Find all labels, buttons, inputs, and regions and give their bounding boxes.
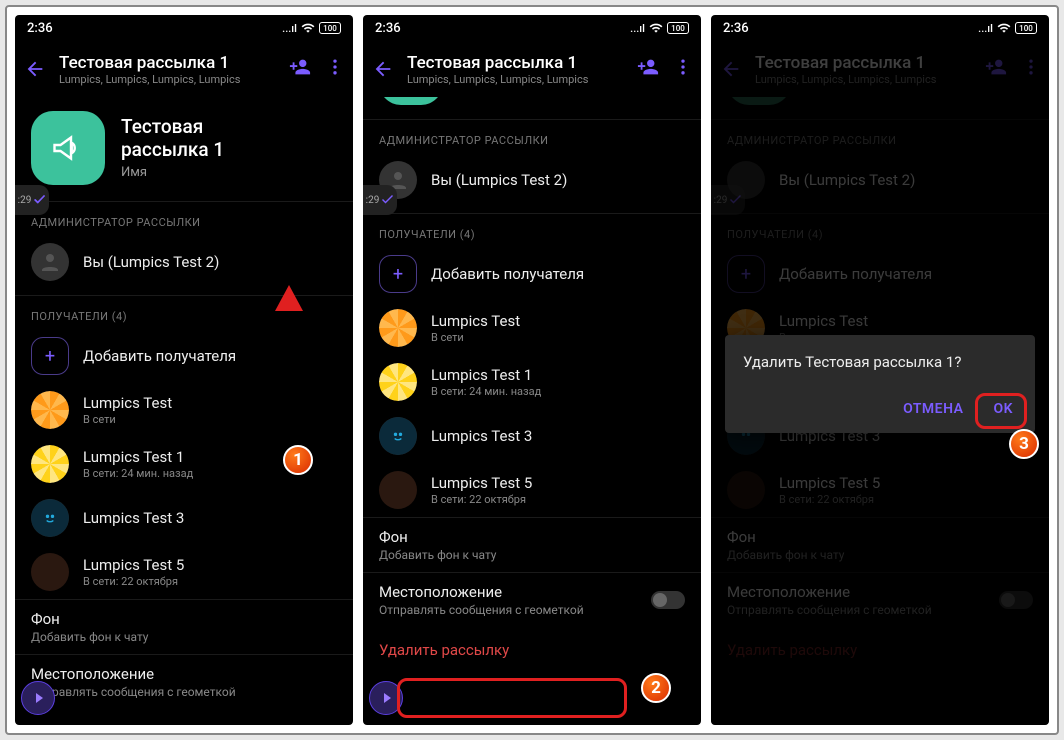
avatar-placeholder-icon <box>31 243 69 281</box>
profile-sublabel: Имя <box>121 165 224 180</box>
add-person-icon[interactable] <box>637 56 659 82</box>
location-toggle[interactable] <box>651 591 685 609</box>
avatar <box>379 363 417 401</box>
avatar <box>31 445 69 483</box>
profile-name-line2: рассылка 1 <box>121 139 224 162</box>
location-setting[interactable]: Местоположение Отправлять сообщения с ге… <box>363 572 701 627</box>
annotation-badge-2: 2 <box>641 673 671 703</box>
background-setting[interactable]: Фон Добавить фон к чату <box>15 599 353 654</box>
message-time-strip: :29 <box>363 185 397 215</box>
screenshot-1: 2:36 ...ıl 100 Тестовая рассылка 1 Lumpi… <box>15 15 353 725</box>
plus-icon: + <box>379 255 417 293</box>
more-menu-icon[interactable] <box>325 57 345 81</box>
avatar <box>379 417 417 455</box>
avatar <box>31 499 69 537</box>
dialog-ok-button[interactable]: OK <box>989 393 1017 425</box>
confirm-delete-dialog: Удалить Тестовая рассылка 1? ОТМЕНА OK <box>725 335 1035 433</box>
avatar <box>379 309 417 347</box>
app-header: Тестовая рассылка 1 Lumpics, Lumpics, Lu… <box>15 41 353 97</box>
add-person-icon[interactable] <box>289 56 311 82</box>
recipient-row[interactable]: Lumpics Test 1 В сети: 24 мин. назад <box>363 355 701 409</box>
back-button[interactable] <box>371 57 395 81</box>
admin-row[interactable]: Вы (Lumpics Test 2) <box>363 153 701 207</box>
admin-section-label: АДМИНИСТРАТОР РАССЫЛКИ <box>363 119 701 153</box>
profile-name-line1: Тестовая <box>121 116 224 139</box>
plus-icon: + <box>31 337 69 375</box>
back-button[interactable] <box>23 57 47 81</box>
admin-name: Вы (Lumpics Test 2) <box>83 253 219 271</box>
dialog-cancel-button[interactable]: ОТМЕНА <box>899 393 967 425</box>
add-recipient-row[interactable]: + Добавить получателя <box>363 247 701 301</box>
recipient-row[interactable]: Lumpics Test 3 <box>15 491 353 545</box>
broadcast-avatar[interactable] <box>379 97 443 105</box>
annotation-badge-1: 1 <box>283 445 313 475</box>
status-icons: ...ıl 100 <box>978 21 1037 35</box>
screenshot-2: 2:36 ...ıl 100 Тестовая рассылка 1 Lumpi… <box>363 15 701 725</box>
header-subtitle: Lumpics, Lumpics, Lumpics, Lumpics <box>59 73 277 86</box>
status-bar: 2:36 ...ıl 100 <box>363 15 701 41</box>
status-time: 2:36 <box>27 21 53 36</box>
admin-row[interactable]: Вы (Lumpics Test 2) <box>15 235 353 289</box>
status-time: 2:36 <box>723 21 749 36</box>
play-fab[interactable] <box>369 681 403 715</box>
battery-icon: 100 <box>667 22 689 34</box>
recipient-row[interactable]: Lumpics Test В сети <box>363 301 701 355</box>
dialog-title: Удалить Тестовая рассылка 1? <box>743 353 1017 371</box>
app-header: Тестовая рассылка 1 Lumpics, Lumpics, Lu… <box>363 41 701 97</box>
message-time-strip: :29 <box>15 185 49 215</box>
recipients-section-label: ПОЛУЧАТЕЛИ (4) <box>363 213 701 247</box>
screenshot-3: 2:36 ...ıl 100 Тестовая рассылка 1 Lumpi… <box>711 15 1049 725</box>
header-title: Тестовая рассылка 1 <box>59 53 277 73</box>
header-subtitle: Lumpics, Lumpics, Lumpics, Lumpics <box>407 73 625 86</box>
add-recipient-label: Добавить получателя <box>83 347 236 365</box>
avatar <box>379 471 417 509</box>
status-icons: ...ıl 100 <box>282 21 341 35</box>
more-menu-icon[interactable] <box>673 57 693 81</box>
status-icons: ...ıl 100 <box>630 21 689 35</box>
status-bar: 2:36 ...ıl 100 <box>15 15 353 41</box>
annotation-badge-3: 3 <box>1009 429 1039 459</box>
location-setting[interactable]: Местоположение Отправлять сообщения с ге… <box>15 654 353 709</box>
avatar <box>31 391 69 429</box>
content-area[interactable]: рассылка 1 Имя АДМИНИСТРАТОР РАССЫЛКИ Вы… <box>363 97 701 725</box>
status-bar: 2:36 ...ıl 100 <box>711 15 1049 41</box>
play-fab[interactable] <box>21 681 55 715</box>
recipient-row[interactable]: Lumpics Test 5 В сети: 22 октября <box>15 545 353 599</box>
admin-section-label: АДМИНИСТРАТОР РАССЫЛКИ <box>15 201 353 235</box>
recipient-row[interactable]: Lumpics Test 5 В сети: 22 октября <box>363 463 701 517</box>
background-setting[interactable]: Фон Добавить фон к чату <box>363 517 701 572</box>
profile-header: Тестовая рассылка 1 Имя <box>15 97 353 195</box>
delete-broadcast-button[interactable]: Удалить рассылку <box>363 627 701 673</box>
broadcast-avatar[interactable] <box>31 111 105 185</box>
avatar <box>31 553 69 591</box>
battery-icon: 100 <box>1015 22 1037 34</box>
profile-header: рассылка 1 Имя <box>363 97 701 113</box>
battery-icon: 100 <box>319 22 341 34</box>
header-title: Тестовая рассылка 1 <box>407 53 625 73</box>
recipient-row[interactable]: Lumpics Test 3 <box>363 409 701 463</box>
status-time: 2:36 <box>375 21 401 36</box>
